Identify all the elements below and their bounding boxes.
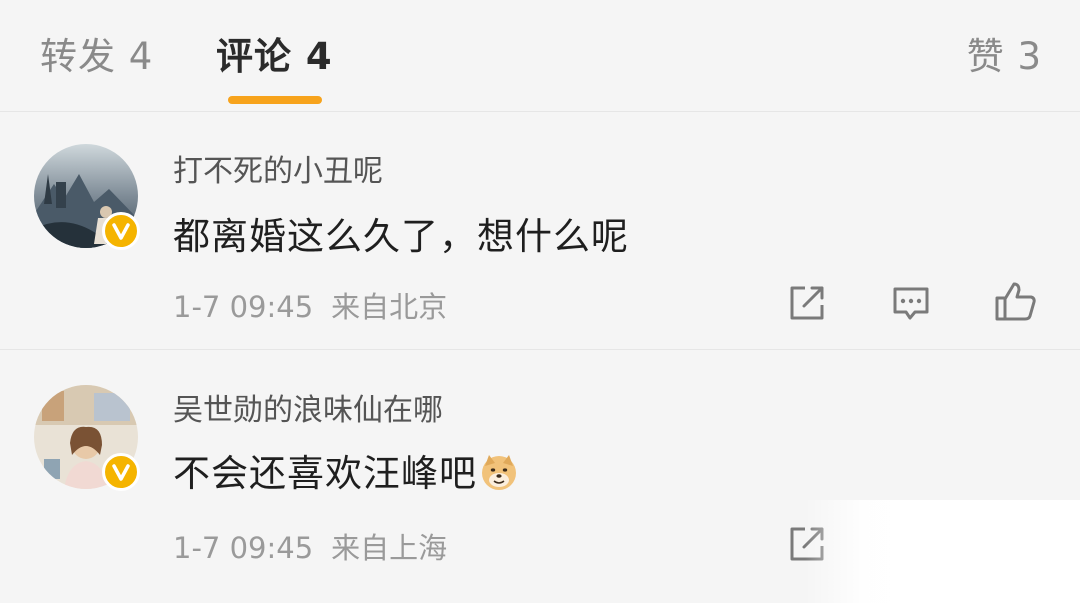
avatar[interactable]: [34, 385, 140, 491]
tab-comment[interactable]: 评论 4: [216, 26, 333, 80]
comment-time: 1-7 09:45: [173, 531, 314, 565]
image-glare-overlay: [805, 500, 1080, 603]
tab-bar: 转发 4 评论 4 赞 3: [0, 0, 1080, 112]
active-tab-indicator: [228, 96, 322, 104]
comments-page: 转发 4 评论 4 赞 3 打不死的小丑呢 都离婚这么久了，想什么呢 1-7 0…: [0, 0, 1080, 603]
doge-emoji-icon: [479, 452, 519, 492]
username[interactable]: 吴世勋的浪味仙在哪: [173, 385, 443, 429]
v-badge-icon: [102, 453, 140, 491]
v-badge-icon: [102, 212, 140, 250]
like-icon[interactable]: [993, 278, 1036, 321]
comment-text-content: 不会还喜欢汪峰吧: [173, 452, 477, 495]
comment-meta: 1-7 09:45 来自上海: [173, 525, 447, 567]
repost-icon[interactable]: [786, 282, 828, 324]
tab-repost[interactable]: 转发 4: [40, 26, 153, 80]
avatar[interactable]: [34, 144, 140, 250]
comment-location: 来自上海: [331, 531, 448, 565]
comment-meta: 1-7 09:45 来自北京: [173, 284, 447, 326]
comment-text: 不会还喜欢汪峰吧: [173, 443, 519, 497]
comment-item: 打不死的小丑呢 都离婚这么久了，想什么呢 1-7 09:45 来自北京: [0, 112, 1080, 350]
comment-time: 1-7 09:45: [173, 290, 314, 324]
reply-icon[interactable]: [890, 282, 932, 324]
username[interactable]: 打不死的小丑呢: [173, 146, 383, 190]
tab-like[interactable]: 赞 3: [967, 26, 1042, 80]
comment-text: 都离婚这么久了，想什么呢: [173, 215, 629, 258]
comment-location: 来自北京: [331, 290, 448, 324]
